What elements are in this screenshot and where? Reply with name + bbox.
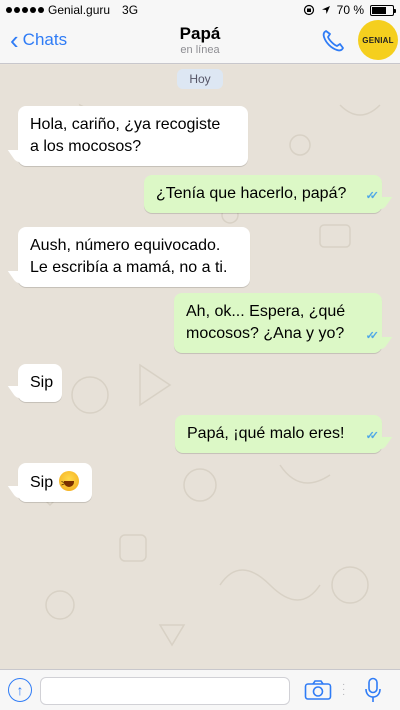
- battery-icon: [370, 4, 396, 16]
- signal-strength-icon: [6, 7, 44, 13]
- location-icon: [321, 6, 330, 14]
- message-outgoing[interactable]: ¿Tenía que hacerlo, papá? ✓✓: [144, 175, 382, 213]
- message-text: Sip: [30, 374, 54, 391]
- read-receipt-icon: ✓✓: [365, 330, 380, 342]
- message-outgoing[interactable]: Ah, ok... Espera, ¿qué mocosos? ¿Ana y y…: [174, 293, 382, 353]
- chat-header: ‹ Chats Papá en línea GENIAL: [0, 20, 400, 64]
- arrow-up-icon: ↑: [16, 682, 24, 698]
- microphone-icon[interactable]: [364, 677, 382, 703]
- camera-icon[interactable]: [304, 679, 332, 701]
- attach-button[interactable]: ↑: [8, 678, 32, 702]
- carrier-name: Genial.guru: [48, 3, 111, 17]
- status-bar: Genial.guru 3G 70 %: [0, 0, 400, 20]
- message-incoming[interactable]: Aush, número equivocado. Le escribía a m…: [18, 227, 250, 287]
- message-text-line: Aush, número equivocado.: [30, 237, 221, 254]
- network-type: 3G: [122, 3, 139, 17]
- date-separator: Hoy: [177, 69, 223, 89]
- message-text: Papá, ¡qué malo eres!: [187, 425, 345, 442]
- message-text-line: a los mocosos?: [30, 138, 142, 155]
- read-receipt-icon: ✓✓: [365, 430, 380, 442]
- battery-percentage: 70 %: [336, 3, 364, 17]
- message-text: ¿Tenía que hacerlo, papá?: [156, 185, 347, 202]
- message-text-line: Ah, ok... Espera, ¿qué: [186, 303, 346, 320]
- message-incoming[interactable]: Sip: [18, 463, 92, 502]
- message-composer: ↑ · · ·: [0, 669, 400, 710]
- message-text-line: mocosos? ¿Ana y yo?: [186, 325, 345, 342]
- message-text-line: Le escribía a mamá, no a ti.: [30, 259, 228, 276]
- phone-icon[interactable]: [318, 26, 348, 56]
- message-text-line: Hola, cariño, ¿ya recogiste: [30, 116, 221, 133]
- read-receipt-icon: ✓✓: [365, 190, 380, 202]
- message-incoming[interactable]: Hola, cariño, ¿ya recogiste a los mocoso…: [18, 106, 248, 166]
- message-input[interactable]: [40, 677, 290, 705]
- orientation-lock-icon: [303, 4, 314, 16]
- message-incoming[interactable]: Sip: [18, 364, 62, 402]
- separator-dots: · · ·: [342, 679, 346, 700]
- genial-logo-badge: GENIAL: [358, 20, 398, 60]
- message-text: Sip: [30, 474, 54, 491]
- laughing-emoji-icon: [59, 471, 80, 495]
- chat-area[interactable]: Hoy Hola, cariño, ¿ya recogiste a los mo…: [0, 65, 400, 669]
- message-outgoing[interactable]: Papá, ¡qué malo eres! ✓✓: [175, 415, 382, 453]
- battery-fill: [372, 6, 386, 14]
